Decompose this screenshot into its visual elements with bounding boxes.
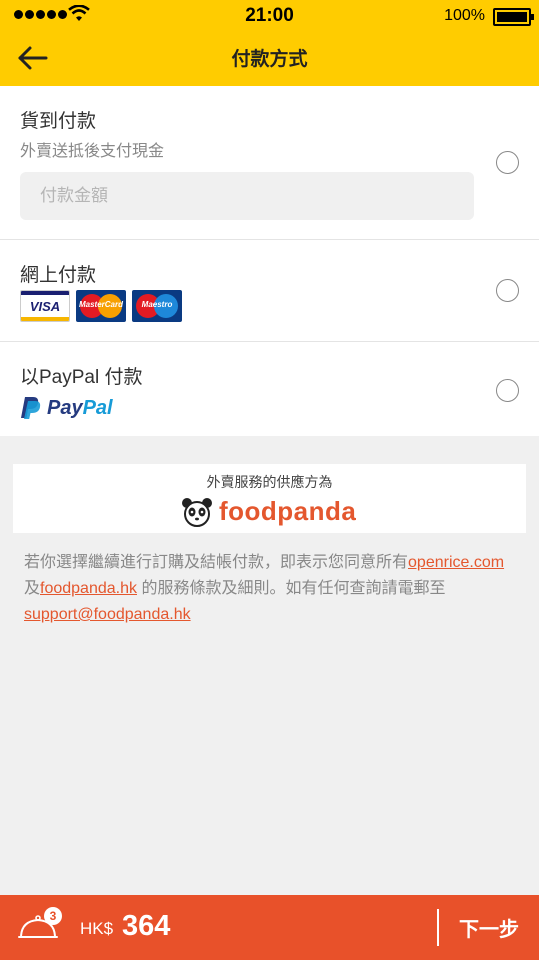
payment-option-paypal[interactable]: 以PayPal 付款 PayPal: [0, 342, 539, 436]
foodpanda-logo-text: foodpanda: [219, 496, 357, 526]
online-radio-button[interactable]: [496, 279, 519, 302]
maestro-logo-text: Maestro: [141, 300, 173, 309]
cart-count-badge: 3: [44, 907, 62, 925]
openrice-link[interactable]: openrice.com: [408, 554, 504, 571]
provider-box: 外賣服務的供應方為 foodpanda: [13, 464, 526, 533]
payment-amount-input[interactable]: [20, 172, 474, 220]
status-bar: 21:00 100%: [0, 0, 539, 30]
battery-percentage: 100%: [444, 7, 485, 24]
paypal-logo-pal: Pal: [82, 396, 113, 419]
payment-option-online[interactable]: 網上付款 VISA MasterCard Maestro: [0, 240, 539, 342]
mastercard-logo-text: MasterCard: [78, 300, 123, 309]
online-option-title: 網上付款: [20, 265, 97, 286]
next-step-button[interactable]: 下一步: [439, 895, 539, 960]
terms-text-part-3: 的服務條款及細則。如有任何查詢請電郵至: [137, 580, 446, 597]
paypal-option-title: 以PayPal 付款: [20, 367, 143, 388]
provider-label: 外賣服務的供應方為: [206, 474, 333, 490]
foodpanda-link[interactable]: foodpanda.hk: [40, 580, 137, 597]
cash-option-title: 貨到付款: [20, 111, 97, 132]
currency-label: HK$: [80, 919, 114, 938]
paypal-logo-pay: Pay: [47, 396, 83, 419]
terms-text-part-1: 若你選擇繼續進行訂購及結帳付款，即表示您同意所有: [24, 554, 409, 571]
back-arrow-icon[interactable]: [16, 44, 50, 72]
paypal-radio-button[interactable]: [496, 379, 519, 402]
payment-option-cash[interactable]: 貨到付款 外賣送抵後支付現金: [0, 86, 539, 240]
order-total: 364: [122, 910, 171, 942]
visa-logo-icon: VISA: [20, 290, 70, 322]
support-email-link[interactable]: support@foodpanda.hk: [24, 606, 191, 623]
cash-option-subtitle: 外賣送抵後支付現金: [20, 143, 165, 160]
bottom-bar: 3 HK$ 364 下一步: [0, 895, 539, 960]
foodpanda-logo: foodpanda: [181, 496, 356, 527]
header: 付款方式: [0, 30, 539, 86]
terms-text-part-2: 及: [24, 580, 41, 597]
card-logos: VISA MasterCard Maestro: [20, 290, 182, 322]
visa-logo-text: VISA: [29, 299, 61, 314]
page-title: 付款方式: [231, 49, 308, 70]
maestro-logo-icon: Maestro: [132, 290, 182, 322]
paypal-logo: PayPal: [20, 396, 113, 420]
cash-radio-button[interactable]: [496, 151, 519, 174]
panda-icon: [182, 497, 212, 527]
battery-icon: [493, 8, 534, 26]
mastercard-logo-icon: MasterCard: [76, 290, 126, 322]
terms-text: 若你選擇繼續進行訂購及結帳付款，即表示您同意所有openrice.com 及foo…: [24, 550, 519, 628]
payment-options-list: 貨到付款 外賣送抵後支付現金 網上付款 VISA MasterCard Maes…: [0, 86, 539, 436]
paypal-p-icon: [21, 397, 41, 419]
